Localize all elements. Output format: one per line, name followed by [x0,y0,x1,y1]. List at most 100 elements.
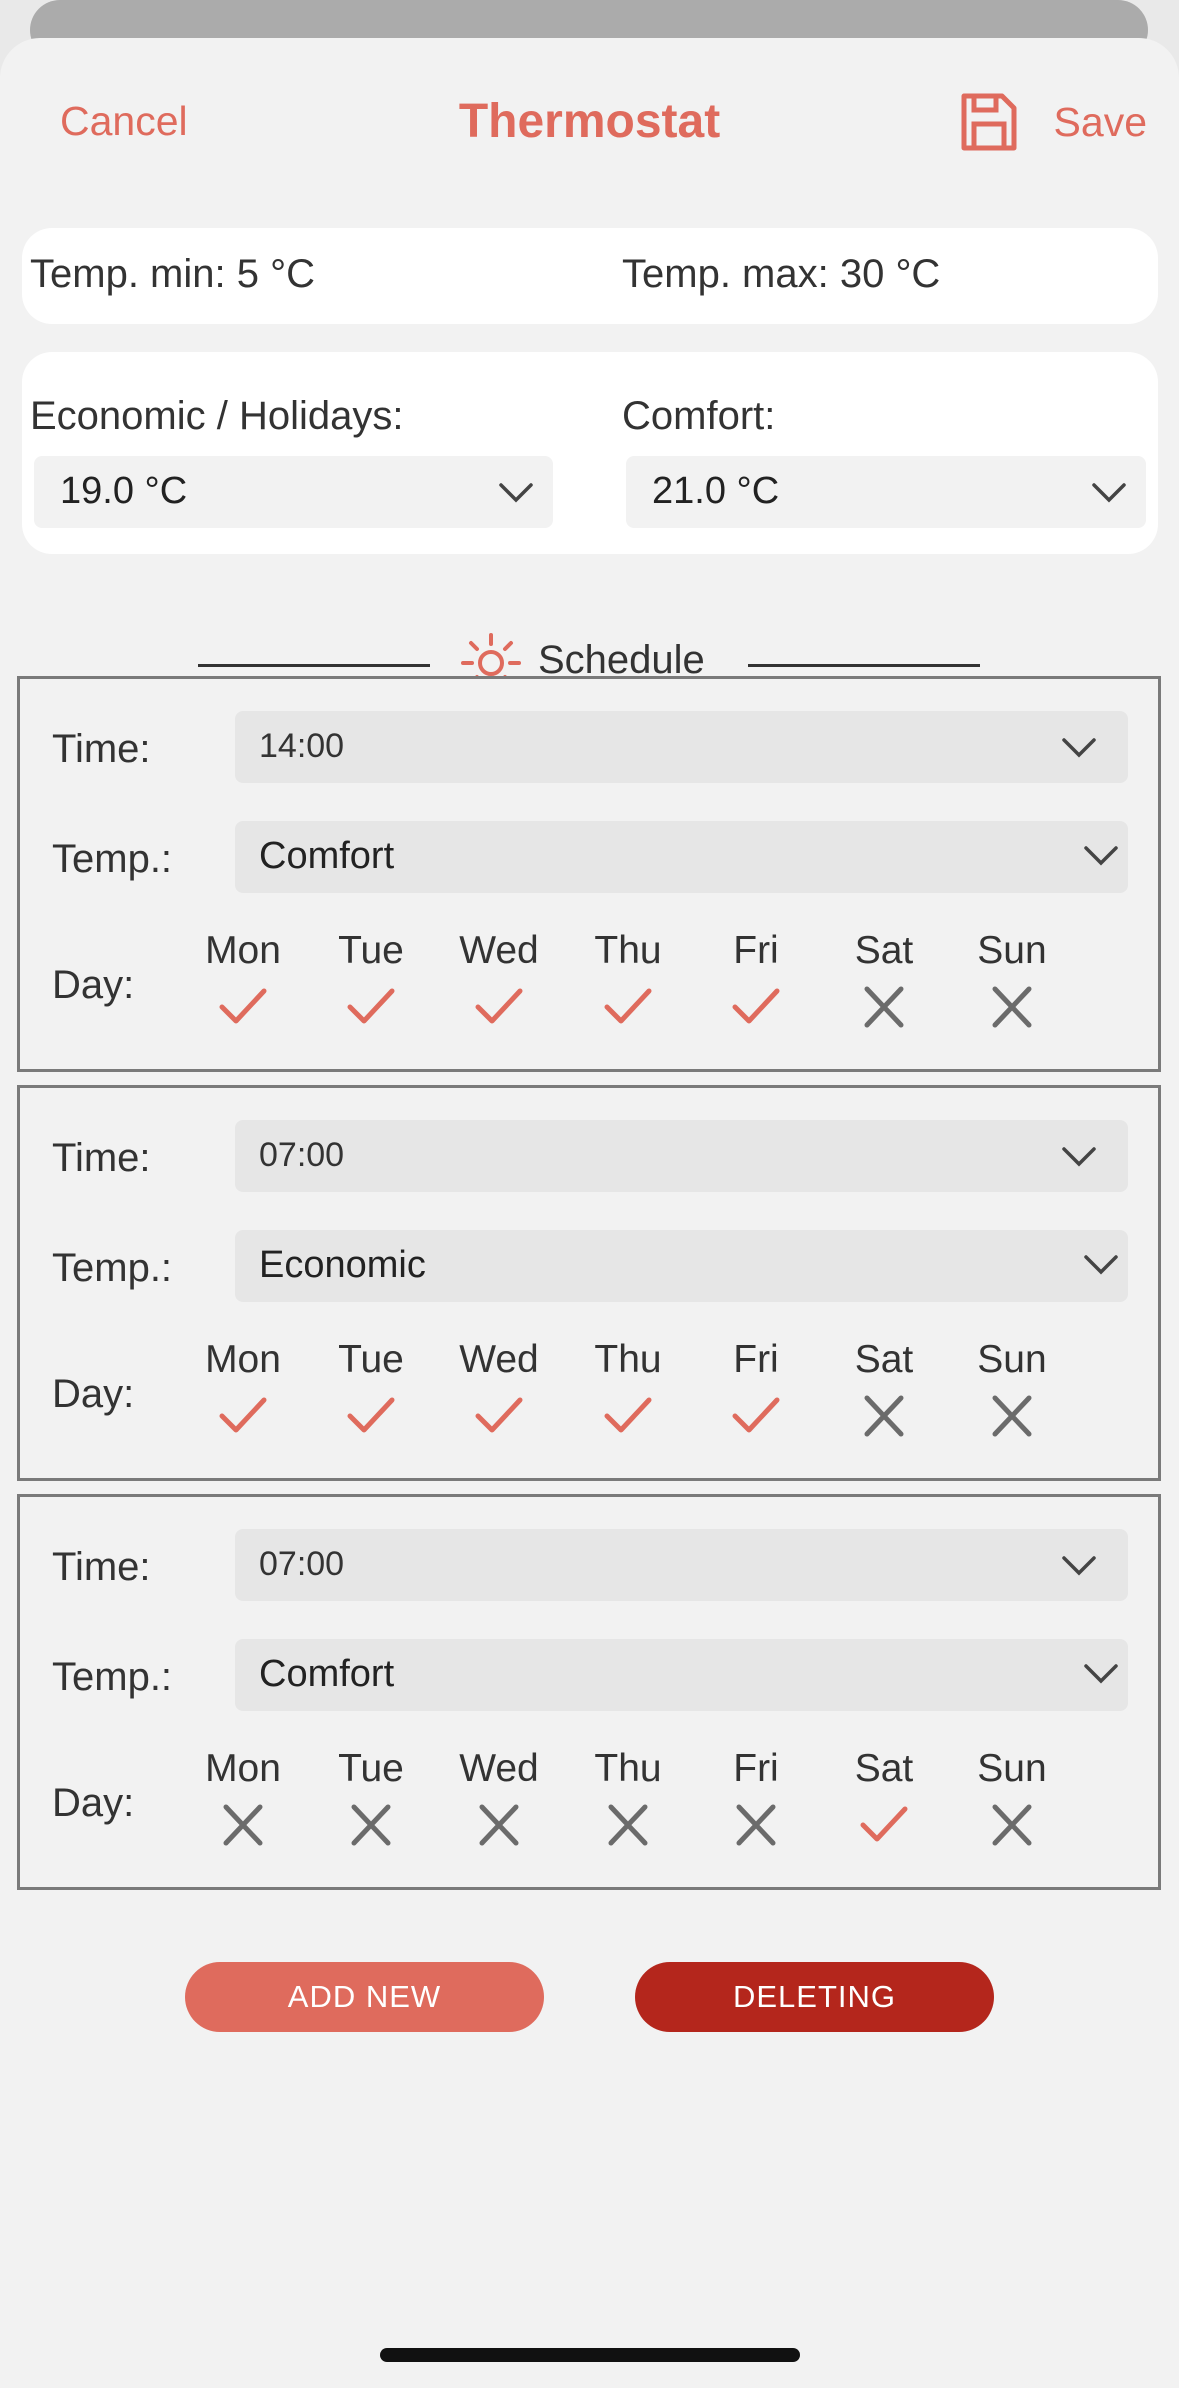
day-toggle-mon[interactable]: Mon [188,1747,298,1847]
day-name: Mon [205,929,281,972]
day-toggle-tue[interactable]: Tue [316,1747,426,1847]
day-toggle-sat[interactable]: Sat [829,1747,939,1847]
day-toggle-wed[interactable]: Wed [444,1338,554,1438]
cross-icon[interactable] [859,1394,909,1438]
day-toggle-thu[interactable]: Thu [573,929,683,1029]
temp-mode-select[interactable]: Comfort [235,821,1128,893]
chevron-down-icon [1092,483,1126,503]
cross-icon[interactable] [218,1803,268,1847]
day-toggle-tue[interactable]: Tue [316,1338,426,1438]
check-icon[interactable] [346,985,396,1029]
economic-temperature-select[interactable]: 19.0 °C [34,456,553,528]
day-name: Sun [977,929,1047,972]
temp-mode-value: Comfort [259,1653,395,1695]
cross-icon[interactable] [987,1394,1037,1438]
check-icon[interactable] [731,1394,781,1438]
chevron-down-icon [1062,738,1096,758]
temp-min-text: Temp. min: 5 °C [30,252,315,296]
day-name: Wed [459,1338,539,1381]
time-value: 07:00 [259,1136,345,1174]
day-toggle-sun[interactable]: Sun [957,1747,1067,1847]
day-name: Tue [338,1747,404,1790]
temp-mode-select[interactable]: Comfort [235,1639,1128,1711]
comfort-label: Comfort: [622,394,776,438]
time-label: Time: [52,727,151,771]
day-name: Sun [977,1747,1047,1790]
day-name: Tue [338,1338,404,1381]
day-name: Wed [459,1747,539,1790]
thermostat-sheet: Cancel Thermostat Save Temp. min: 5 °C T… [0,38,1179,2388]
day-toggle-sat[interactable]: Sat [829,929,939,1029]
day-label: Day: [52,963,135,1007]
chevron-down-icon [499,483,533,503]
day-toggle-sun[interactable]: Sun [957,1338,1067,1438]
day-name: Wed [459,929,539,972]
comfort-temperature-select[interactable]: 21.0 °C [626,456,1146,528]
check-icon[interactable] [859,1803,909,1847]
temp-label: Temp.: [52,1655,173,1699]
schedule-entry: Time: 14:00 Temp.: Comfort Day: Mon Tue … [17,676,1161,1072]
day-toggle-tue[interactable]: Tue [316,929,426,1029]
day-toggle-mon[interactable]: Mon [188,929,298,1029]
time-value: 14:00 [259,727,345,765]
temp-mode-select[interactable]: Economic [235,1230,1128,1302]
cross-icon[interactable] [859,985,909,1029]
divider-line [748,664,980,667]
time-select[interactable]: 14:00 [235,711,1128,783]
cross-icon[interactable] [987,985,1037,1029]
day-name: Tue [338,929,404,972]
comfort-value: 21.0 °C [652,470,780,512]
day-name: Fri [733,1338,779,1381]
chevron-down-icon [1084,1255,1118,1275]
day-name: Thu [594,929,662,972]
delete-button[interactable]: DELETING [635,1962,994,2032]
check-icon[interactable] [218,1394,268,1438]
temp-mode-value: Comfort [259,835,395,877]
day-toggle-fri[interactable]: Fri [701,1338,811,1438]
temp-mode-value: Economic [259,1244,426,1286]
day-toggle-thu[interactable]: Thu [573,1747,683,1847]
cross-icon[interactable] [987,1803,1037,1847]
chevron-down-icon [1084,846,1118,866]
check-icon[interactable] [603,985,653,1029]
cross-icon[interactable] [474,1803,524,1847]
day-label: Day: [52,1372,135,1416]
header: Cancel Thermostat Save [0,38,1179,208]
day-toggle-wed[interactable]: Wed [444,1747,554,1847]
check-icon[interactable] [474,1394,524,1438]
day-toggle-thu[interactable]: Thu [573,1338,683,1438]
schedule-entry: Time: 07:00 Temp.: Economic Day: Mon Tue… [17,1085,1161,1481]
day-name: Fri [733,929,779,972]
day-name: Fri [733,1747,779,1790]
cross-icon[interactable] [346,1803,396,1847]
time-label: Time: [52,1136,151,1180]
check-icon[interactable] [218,985,268,1029]
day-name: Thu [594,1747,662,1790]
day-label: Day: [52,1781,135,1825]
time-select[interactable]: 07:00 [235,1120,1128,1192]
day-toggle-mon[interactable]: Mon [188,1338,298,1438]
day-name: Mon [205,1747,281,1790]
save-button[interactable]: Save [956,90,1147,154]
check-icon[interactable] [603,1394,653,1438]
time-label: Time: [52,1545,151,1589]
day-toggle-sat[interactable]: Sat [829,1338,939,1438]
cross-icon[interactable] [603,1803,653,1847]
check-icon[interactable] [346,1394,396,1438]
temp-label: Temp.: [52,1246,173,1290]
check-icon[interactable] [731,985,781,1029]
time-select[interactable]: 07:00 [235,1529,1128,1601]
day-toggle-wed[interactable]: Wed [444,929,554,1029]
day-toggle-fri[interactable]: Fri [701,1747,811,1847]
floppy-disk-icon [961,93,1017,151]
day-toggle-sun[interactable]: Sun [957,929,1067,1029]
day-name: Sun [977,1338,1047,1381]
add-new-button[interactable]: ADD NEW [185,1962,544,2032]
temp-max-text: Temp. max: 30 °C [622,252,941,296]
day-toggle-fri[interactable]: Fri [701,929,811,1029]
cross-icon[interactable] [731,1803,781,1847]
schedule-entry: Time: 07:00 Temp.: Comfort Day: Mon Tue … [17,1494,1161,1890]
time-value: 07:00 [259,1545,345,1583]
check-icon[interactable] [474,985,524,1029]
day-name: Sat [854,1338,914,1381]
